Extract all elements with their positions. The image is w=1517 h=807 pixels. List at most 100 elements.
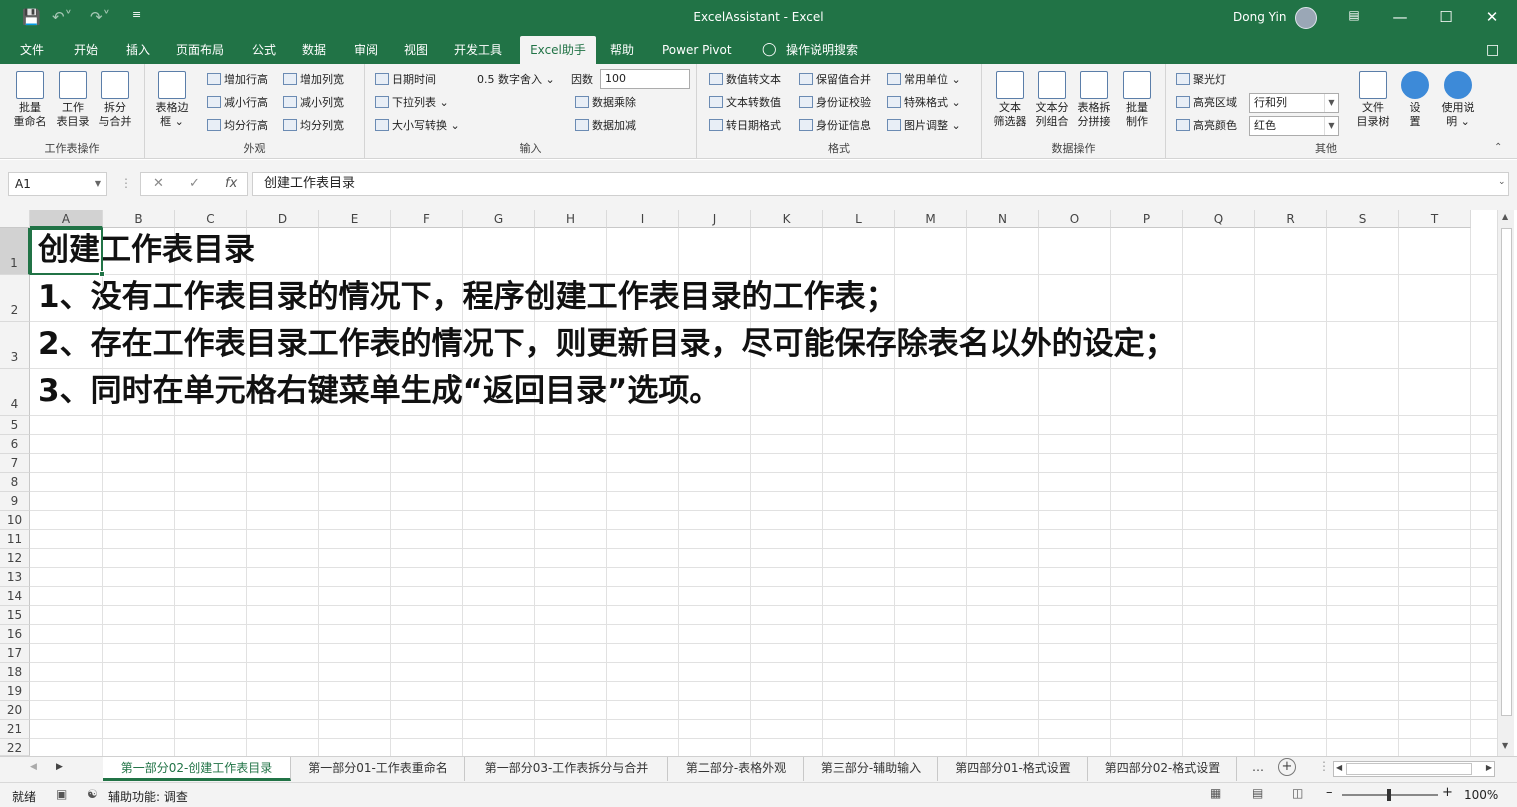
image-adjust-button[interactable]: 图片调整 ⌄ [887,116,961,135]
row-header[interactable]: 4 [0,369,30,416]
collapse-ribbon-icon[interactable]: ⌃ [1494,142,1502,153]
zoom-out-icon[interactable]: – [1326,785,1333,800]
user-name[interactable]: Dong Yin [1233,10,1286,24]
help-manual-button[interactable]: 使用说 明 ⌄ [1436,69,1480,129]
next-sheet-icon[interactable]: ▶ [56,762,63,772]
scroll-down-icon[interactable]: ▼ [1502,741,1508,750]
ribbon-display-icon[interactable]: ▤ [1334,8,1374,22]
row-header[interactable]: 18 [0,663,30,682]
date-time-button[interactable]: 日期时间 [375,70,436,89]
row-header[interactable]: 11 [0,530,30,549]
row-header[interactable]: 12 [0,549,30,568]
sheet-tab-3[interactable]: 第一部分03-工作表拆分与合并 [466,757,668,781]
row-header[interactable]: 1 [0,228,30,275]
tab-excel-assistant[interactable]: Excel助手 [520,36,596,64]
row-header[interactable]: 21 [0,720,30,739]
normal-view-icon[interactable]: ▦ [1210,786,1221,800]
tab-help[interactable]: 帮助 [608,36,636,64]
scroll-up-icon[interactable]: ▲ [1502,212,1508,221]
sheet-tab-5[interactable]: 第三部分-辅助输入 [805,757,938,781]
maximize-icon[interactable]: ☐ [1426,8,1466,26]
column-header[interactable]: P [1111,210,1183,228]
factor-input[interactable]: 100 [600,69,690,89]
column-header[interactable]: F [391,210,463,228]
column-header[interactable]: C [175,210,247,228]
merge-keep-values-button[interactable]: 保留值合并 [799,70,871,89]
column-header[interactable]: S [1327,210,1399,228]
increase-row-height[interactable]: 增加行高 [207,70,268,89]
chevron-down-icon[interactable]: ▼ [1324,94,1338,112]
insert-function-icon[interactable]: fx [225,173,237,195]
horizontal-scrollbar[interactable]: ◀ ▶ [1333,761,1495,777]
decrease-col-width[interactable]: 减小列宽 [283,93,344,112]
row-header[interactable]: 5 [0,416,30,435]
tab-page-layout[interactable]: 页面布局 [174,36,226,64]
row-header[interactable]: 13 [0,568,30,587]
column-header[interactable]: D [247,210,319,228]
distribute-cols[interactable]: 均分列宽 [283,116,344,135]
special-format-button[interactable]: 特殊格式 ⌄ [887,93,961,112]
minimize-icon[interactable]: — [1380,8,1420,26]
column-header[interactable]: L [823,210,895,228]
scroll-thumb[interactable] [1501,228,1512,716]
row-header[interactable]: 22 [0,739,30,756]
tab-formulas[interactable]: 公式 [250,36,278,64]
row-header[interactable]: 14 [0,587,30,606]
sheet-tab-7[interactable]: 第四部分02-格式设置 [1089,757,1237,781]
id-info-button[interactable]: 身份证信息 [799,116,871,135]
number-round-button[interactable]: 0.5 数字舍入 ⌄ [477,70,555,89]
cell-a2[interactable]: 1、没有工作表目录的情况下，程序创建工作表目录的工作表； [38,277,897,317]
tab-power-pivot[interactable]: Power Pivot [660,36,734,64]
column-header[interactable]: B [103,210,175,228]
row-header[interactable]: 16 [0,625,30,644]
column-header[interactable]: K [751,210,823,228]
fill-handle[interactable] [99,271,105,277]
name-box[interactable]: A1 ▼ [8,172,107,196]
column-header[interactable]: M [895,210,967,228]
macro-record-icon[interactable]: ▣ [56,787,67,801]
column-header[interactable]: N [967,210,1039,228]
close-icon[interactable]: ✕ [1472,8,1512,26]
id-check-button[interactable]: 身份证校验 [799,93,871,112]
tab-developer[interactable]: 开发工具 [452,36,504,64]
page-layout-view-icon[interactable]: ▤ [1252,786,1263,800]
column-header[interactable]: A [30,210,103,228]
sheet-tab-1[interactable]: 第一部分02-创建工作表目录 [103,757,291,781]
cancel-icon[interactable]: ✕ [153,173,164,195]
multiply-divide-button[interactable]: 数据乘除 [575,93,636,112]
add-subtract-button[interactable]: 数据加减 [575,116,636,135]
column-header[interactable]: I [607,210,679,228]
cell-a3[interactable]: 2、存在工作表目录工作表的情况下，则更新目录，尽可能保存除表名以外的设定； [38,324,1176,364]
common-units-button[interactable]: 常用单位 ⌄ [887,70,961,89]
column-header[interactable]: R [1255,210,1327,228]
column-header[interactable]: G [463,210,535,228]
row-header[interactable]: 10 [0,511,30,530]
file-tree-button[interactable]: 文件 目录树 [1354,69,1392,129]
highlight-color-select[interactable]: 红色 ▼ [1249,116,1339,136]
add-sheet-icon[interactable]: + [1278,758,1296,776]
settings-button[interactable]: 设 置 [1396,69,1434,129]
zoom-slider-handle[interactable] [1387,789,1391,801]
tab-file[interactable]: 文件 [18,36,46,64]
column-header[interactable]: O [1039,210,1111,228]
row-header[interactable]: 2 [0,275,30,322]
text-filter-button[interactable]: 文本 筛选器 [991,69,1029,129]
tab-data[interactable]: 数据 [300,36,328,64]
text-split-combine-button[interactable]: 文本分 列组合 [1033,69,1071,129]
spotlight-button[interactable]: 聚光灯 [1176,70,1226,89]
comments-icon[interactable]: □ [1484,36,1501,64]
decrease-row-height[interactable]: 减小行高 [207,93,268,112]
vertical-scrollbar[interactable]: ▲ ▼ [1497,210,1514,756]
increase-col-width[interactable]: 增加列宽 [283,70,344,89]
row-header[interactable]: 9 [0,492,30,511]
tab-view[interactable]: 视图 [402,36,430,64]
number-to-text-button[interactable]: 数值转文本 [709,70,781,89]
distribute-rows[interactable]: 均分行高 [207,116,268,135]
accessibility-status[interactable]: 辅助功能: 调查 [108,788,188,805]
row-header[interactable]: 6 [0,435,30,454]
batch-rename-button[interactable]: 批量 重命名 [11,69,49,129]
sheet-tab-6[interactable]: 第四部分01-格式设置 [939,757,1088,781]
row-header[interactable]: 19 [0,682,30,701]
sheet-tab-4[interactable]: 第二部分-表格外观 [669,757,804,781]
table-border-button[interactable]: 表格边 框 ⌄ [151,69,193,129]
